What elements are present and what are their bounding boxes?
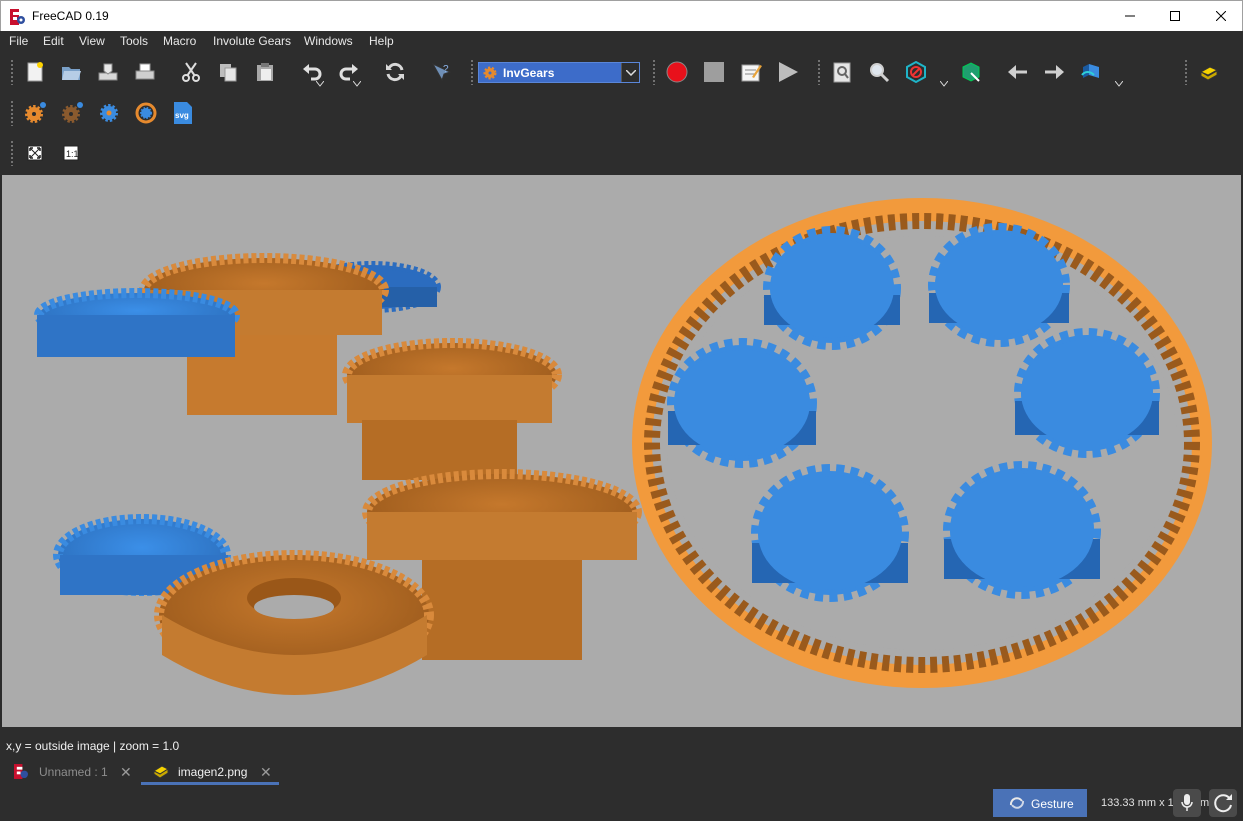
image-status-bar: x,y = outside image | zoom = 1.0 xyxy=(0,727,1243,759)
print-icon[interactable] xyxy=(132,59,158,85)
sync-button[interactable] xyxy=(1209,789,1237,817)
toolbar-grip[interactable] xyxy=(470,59,474,85)
menu-windows[interactable]: Windows xyxy=(304,34,353,48)
menu-help[interactable]: Help xyxy=(369,34,394,48)
close-button[interactable] xyxy=(1198,1,1243,31)
minimize-button[interactable] xyxy=(1107,1,1153,31)
involute-gear-icon[interactable] xyxy=(22,100,48,126)
navigation-style-button[interactable]: Gesture xyxy=(993,789,1087,817)
menu-involute-gears[interactable]: Involute Gears xyxy=(213,34,291,48)
cursor-zoom-status: x,y = outside image | zoom = 1.0 xyxy=(6,739,180,753)
menu-file[interactable]: File xyxy=(9,34,28,48)
menu-macro[interactable]: Macro xyxy=(163,34,196,48)
title-bar: FreeCAD 0.19 xyxy=(0,0,1243,31)
menu-tools[interactable]: Tools xyxy=(120,34,148,48)
gesture-icon xyxy=(1009,797,1025,809)
left-gear-cluster xyxy=(34,253,642,695)
save-icon[interactable] xyxy=(95,59,121,85)
chevron-down-icon[interactable] xyxy=(316,81,324,87)
forward-icon[interactable] xyxy=(1041,59,1067,85)
workbench-selector[interactable]: InvGears xyxy=(478,62,640,83)
cut-icon[interactable] xyxy=(178,59,204,85)
toolbar-grip[interactable] xyxy=(817,59,821,85)
chevron-down-icon[interactable] xyxy=(940,81,948,87)
document-tab-bar: Unnamed : 1 ✕ imagen2.png ✕ xyxy=(0,759,1243,787)
new-file-icon[interactable] xyxy=(22,59,48,85)
maximize-icon xyxy=(1170,11,1180,21)
chevron-down-icon[interactable] xyxy=(1115,81,1123,87)
minimize-icon xyxy=(1125,15,1135,17)
macro-run-icon[interactable] xyxy=(775,59,801,85)
svg-text:1:1: 1:1 xyxy=(66,149,79,159)
chevron-down-icon[interactable] xyxy=(353,81,361,87)
fit-selection-icon[interactable] xyxy=(866,59,892,85)
bounding-box-icon[interactable] xyxy=(958,59,984,85)
chevron-down-icon xyxy=(626,70,636,76)
close-icon[interactable]: ✕ xyxy=(120,764,132,781)
macro-record-icon[interactable] xyxy=(664,59,690,85)
whats-this-icon[interactable]: ? xyxy=(428,59,454,85)
maximize-button[interactable] xyxy=(1152,1,1198,31)
menu-view[interactable]: View xyxy=(79,34,105,48)
toolbar-grip[interactable] xyxy=(10,59,14,85)
image-file-icon xyxy=(153,765,169,778)
workbench-dropdown-arrow[interactable] xyxy=(621,63,639,82)
open-file-icon[interactable] xyxy=(58,59,84,85)
image-viewport[interactable] xyxy=(2,175,1241,727)
paste-icon[interactable] xyxy=(252,59,278,85)
menu-edit[interactable]: Edit xyxy=(43,34,64,48)
svg-badge-text: svg xyxy=(175,111,189,120)
planetary-gear-set xyxy=(632,198,1212,688)
toolbar-grip[interactable] xyxy=(1184,59,1188,85)
fit-image-icon[interactable] xyxy=(22,140,48,166)
macro-edit-icon[interactable] xyxy=(738,59,764,85)
draw-style-icon[interactable] xyxy=(903,59,929,85)
workbench-label: InvGears xyxy=(503,66,555,80)
navigation-style-label: Gesture xyxy=(1031,797,1074,811)
refresh-icon[interactable] xyxy=(382,59,408,85)
tab-imagen2[interactable]: imagen2.png ✕ xyxy=(141,759,279,785)
microphone-button[interactable] xyxy=(1173,789,1201,817)
gears-image xyxy=(34,198,1212,695)
svg-text:?: ? xyxy=(443,64,449,75)
freecad-logo-icon xyxy=(14,764,28,779)
internal-gear-icon[interactable] xyxy=(133,100,159,126)
std-views-icon[interactable] xyxy=(1079,59,1105,85)
cycloid-gear-icon[interactable] xyxy=(59,100,85,126)
toolbar-grip[interactable] xyxy=(10,100,14,126)
gear-icon xyxy=(483,66,497,80)
tab-label: imagen2.png xyxy=(178,765,248,779)
copy-icon[interactable] xyxy=(215,59,241,85)
tab-unnamed[interactable]: Unnamed : 1 ✕ xyxy=(8,759,138,785)
menu-bar: File Edit View Tools Macro Involute Gear… xyxy=(0,31,1243,52)
back-icon[interactable] xyxy=(1005,59,1031,85)
export-svg-icon[interactable]: svg xyxy=(170,100,196,126)
microphone-icon xyxy=(1181,794,1193,811)
tab-label: Unnamed : 1 xyxy=(39,765,108,779)
close-icon xyxy=(1216,11,1226,21)
fit-all-icon[interactable] xyxy=(829,59,855,85)
close-icon[interactable]: ✕ xyxy=(260,764,272,781)
freecad-logo-icon xyxy=(10,9,25,25)
toolbar-grip[interactable] xyxy=(10,140,14,166)
toolbar-area: ? InvGears svg 1:1 xyxy=(0,52,1243,175)
window-title: FreeCAD 0.19 xyxy=(32,9,109,23)
actual-size-icon[interactable]: 1:1 xyxy=(58,140,84,166)
sync-icon xyxy=(1214,794,1232,813)
bottom-status-bar: Gesture 133.33 mm x 10…0 m xyxy=(0,787,1243,821)
macro-stop-icon[interactable] xyxy=(701,59,727,85)
bevel-gear-icon[interactable] xyxy=(96,100,122,126)
toolbar-grip[interactable] xyxy=(652,59,656,85)
image-workbench-icon[interactable] xyxy=(1196,59,1222,85)
